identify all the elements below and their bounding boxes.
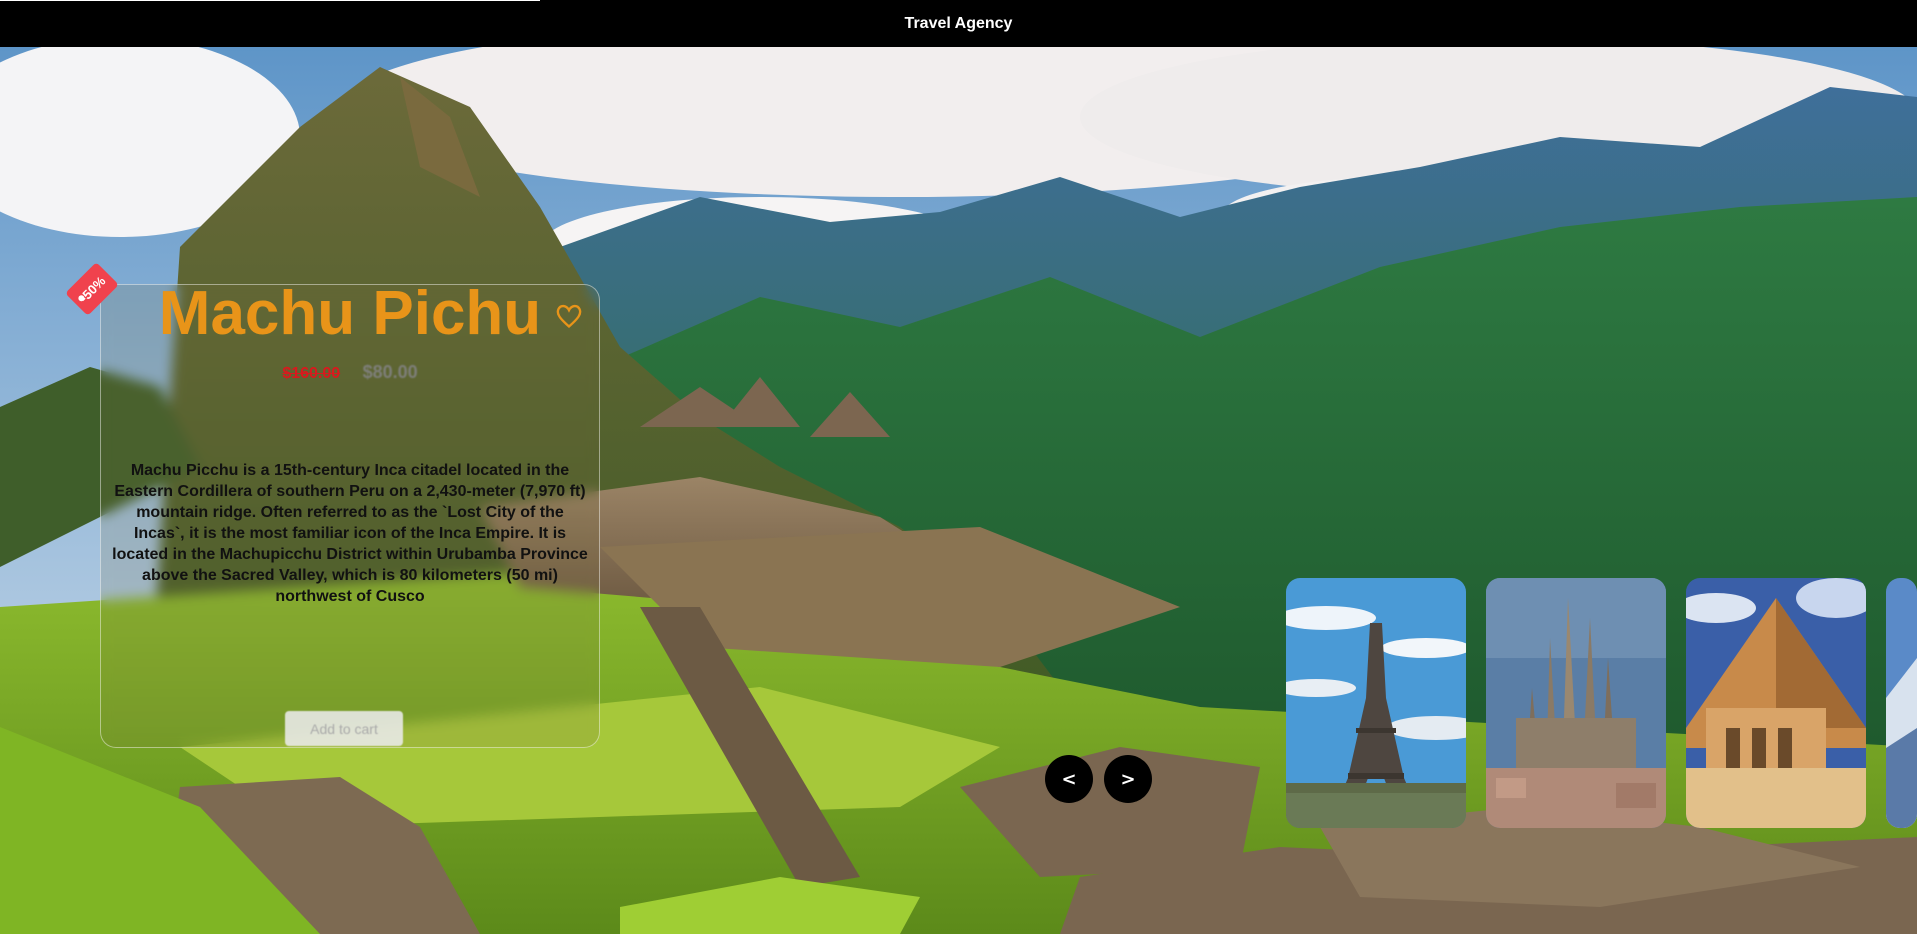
prev-button[interactable]: < [1045,755,1093,803]
heart-icon[interactable] [555,302,583,330]
price-row: $160.00 $80.00 [100,362,600,383]
next-button[interactable]: > [1104,755,1152,803]
thumbnail-sagrada-familia[interactable] [1486,578,1666,828]
thumbnail-next-destination[interactable] [1886,578,1917,828]
destination-title: Machu Pichu [158,279,542,348]
add-to-cart-button[interactable]: Add to cart [285,711,403,746]
old-price: $160.00 [282,365,341,382]
thumbnail-pyramid[interactable] [1686,578,1866,828]
chevron-left-icon: < [1061,768,1077,790]
new-price: $80.00 [362,362,418,382]
thumbnail-eiffel-tower[interactable] [1286,578,1466,828]
top-bar: Travel Agency [0,0,1917,47]
chevron-right-icon: > [1120,768,1136,790]
app-title: Travel Agency [904,14,1013,32]
loading-bar [0,0,540,1]
destination-description: Machu Picchu is a 15th-century Inca cita… [112,462,588,605]
